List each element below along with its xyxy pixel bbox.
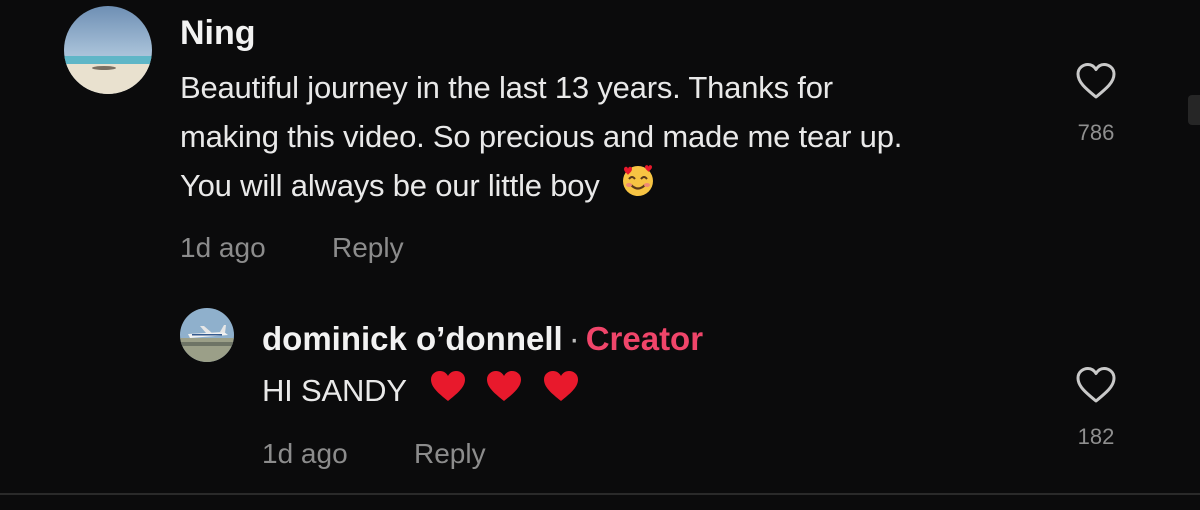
like-button[interactable]: 786 <box>1056 62 1136 146</box>
comment-username-row: dominick o’donnell · Creator <box>262 320 703 358</box>
reply-item: dominick o’donnell · Creator HI SANDY 1d a… <box>0 290 1200 490</box>
scrollbar[interactable] <box>1188 95 1200 125</box>
comment-text: Beautiful journey in the last 13 years. … <box>180 63 1060 213</box>
heart-outline-icon[interactable] <box>1056 62 1136 100</box>
reply-button[interactable]: Reply <box>332 232 404 264</box>
avatar[interactable] <box>180 308 234 362</box>
like-count: 786 <box>1077 120 1115 145</box>
divider <box>0 493 1200 495</box>
comment-text-line: HI SANDY <box>262 373 407 408</box>
comment-username[interactable]: dominick o’donnell <box>262 320 563 357</box>
comment-text-line: You will always be our little boy <box>180 168 600 203</box>
comment-text-line: Beautiful journey in the last 13 years. … <box>180 70 833 105</box>
heart-outline-icon[interactable] <box>1056 366 1136 404</box>
comment-timestamp: 1d ago <box>262 438 348 469</box>
comment-text-line: making this video. So precious and made … <box>180 119 903 154</box>
like-count: 182 <box>1077 424 1115 449</box>
comment-username[interactable]: Ning <box>180 14 256 53</box>
separator-dot: · <box>568 320 580 357</box>
comment-timestamp: 1d ago <box>180 232 266 263</box>
reply-button[interactable]: Reply <box>414 438 486 470</box>
like-button[interactable]: 182 <box>1056 366 1136 450</box>
comment-text-line-with-emoji: You will always be our little boy <box>180 161 1060 213</box>
comment-text: HI SANDY <box>262 366 580 417</box>
creator-badge: Creator <box>585 320 704 357</box>
smiling-face-with-hearts-icon <box>620 163 656 213</box>
red-heart-icon <box>429 368 467 417</box>
red-heart-icon <box>542 368 580 417</box>
avatar[interactable] <box>64 6 152 94</box>
comment-item: Ning Beautiful journey in the last 13 ye… <box>0 0 1200 280</box>
red-heart-icon <box>485 368 523 417</box>
